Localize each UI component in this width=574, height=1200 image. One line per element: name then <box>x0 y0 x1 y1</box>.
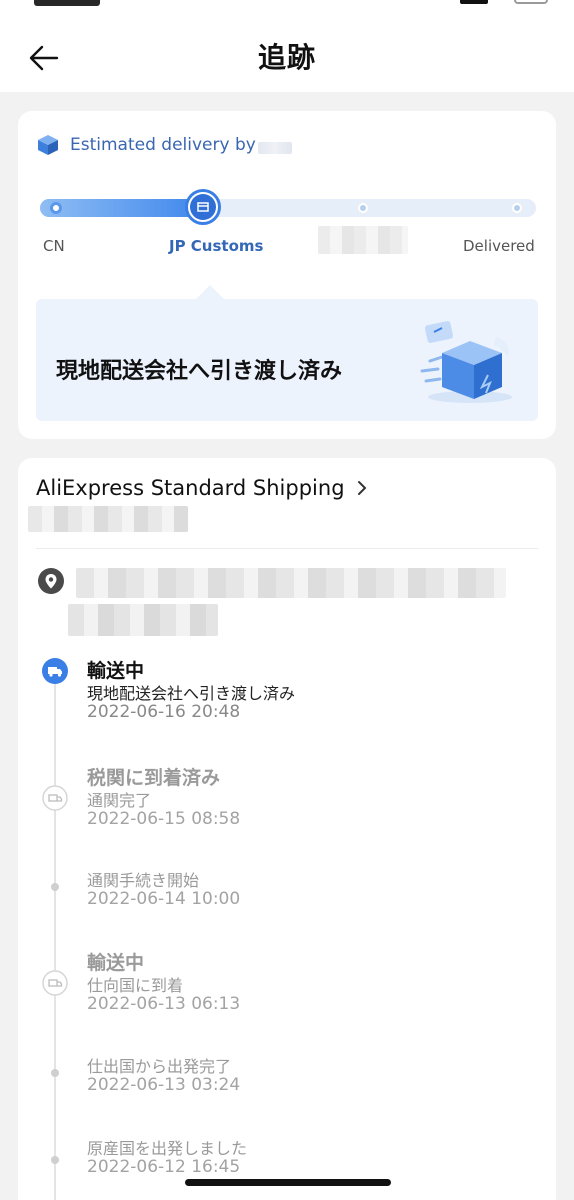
timeline-dot <box>51 1156 59 1164</box>
event-time: 2022-06-12 16:45 <box>87 1157 241 1177</box>
header: 追跡 <box>0 14 574 92</box>
current-status-text: 現地配送会社へ引き渡し済み <box>56 359 343 384</box>
shipping-method-row[interactable]: AliExpress Standard Shipping <box>36 476 367 500</box>
status-bar <box>0 0 574 14</box>
current-stage-inner <box>190 194 216 220</box>
stage-label-delivered: Delivered <box>463 237 535 255</box>
timeline-line <box>54 676 56 1200</box>
event-description: 現地配送会社へ引き渡し済み <box>87 684 296 703</box>
event-description: 原産国を出発しました <box>87 1139 248 1158</box>
event-time: 2022-06-13 03:24 <box>87 1075 241 1095</box>
stage-label-cn: CN <box>43 237 65 255</box>
stage-label-jp-customs: JP Customs <box>169 237 264 255</box>
chevron-right-icon <box>357 481 366 495</box>
event-time: 2022-06-16 20:48 <box>87 702 241 722</box>
info-box-pointer <box>196 285 224 299</box>
stage-dot-cn <box>50 202 62 214</box>
estimated-date-redacted <box>257 142 292 154</box>
timeline-dot <box>51 883 59 891</box>
event-title: 税関に到着済み <box>87 767 221 789</box>
current-stage-node <box>185 189 221 225</box>
event-description: 仕向国に到着 <box>87 976 184 995</box>
stage-dot-delivered <box>512 203 522 213</box>
signal-icon <box>460 0 488 4</box>
event-time: 2022-06-13 06:13 <box>87 994 241 1014</box>
divider <box>36 548 538 549</box>
shipping-method-name: AliExpress Standard Shipping <box>36 476 345 500</box>
address-redacted-2 <box>68 604 218 636</box>
page-title: 追跡 <box>257 41 316 74</box>
estimated-delivery-label: Estimated delivery by <box>70 135 256 155</box>
timeline-dot <box>51 1069 59 1077</box>
event-description: 仕出国から出発完了 <box>87 1057 232 1076</box>
event-time: 2022-06-15 08:58 <box>87 809 241 829</box>
estimated-delivery-row: Estimated delivery by <box>36 133 292 157</box>
box-icon <box>197 202 209 212</box>
truck-outline-icon <box>42 970 68 996</box>
delivery-box-illustration <box>420 321 512 403</box>
event-description: 通関手続き開始 <box>87 871 200 890</box>
status-time <box>34 0 100 6</box>
delivery-progress-card: Estimated delivery by CN JP Customs Deli… <box>18 111 556 439</box>
home-indicator[interactable] <box>185 1179 391 1186</box>
battery-icon <box>514 0 548 4</box>
truck-outline-icon <box>42 785 68 811</box>
event-description: 通関完了 <box>87 791 152 810</box>
truck-icon <box>42 658 68 684</box>
address-redacted <box>76 568 506 598</box>
stage-label-redacted <box>318 226 408 254</box>
event-title: 輸送中 <box>87 952 145 974</box>
delivery-progress-bar <box>40 189 536 225</box>
event-time: 2022-06-14 10:00 <box>87 889 241 909</box>
stage-dot-3 <box>358 203 368 213</box>
tracking-card: AliExpress Standard Shipping 輸送中 現地配送会社へ… <box>18 458 556 1200</box>
current-status-box: 現地配送会社へ引き渡し済み <box>36 299 538 421</box>
package-icon <box>38 135 58 155</box>
location-pin-icon <box>38 568 64 594</box>
event-title: 輸送中 <box>87 660 145 682</box>
tracking-number-redacted <box>28 506 188 532</box>
